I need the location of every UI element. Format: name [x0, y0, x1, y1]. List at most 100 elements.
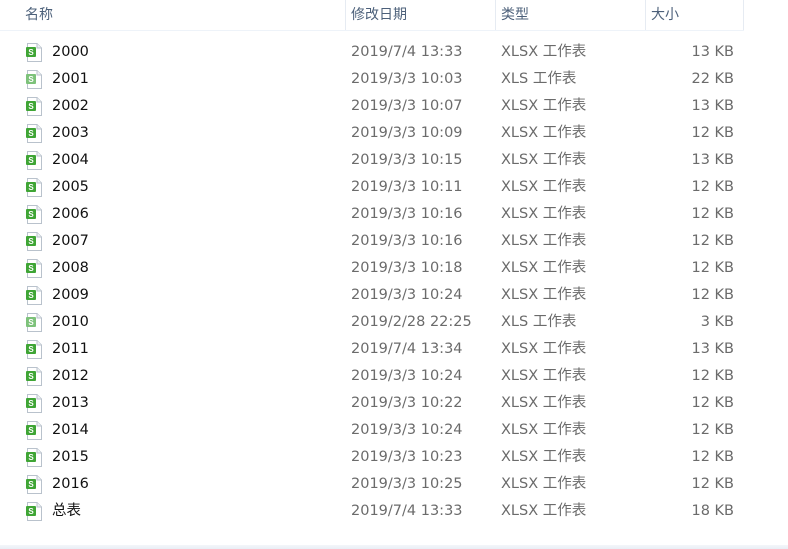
file-row[interactable]: S 2000 2019/7/4 13:33 XLSX 工作表 13 KB	[0, 39, 744, 66]
file-modified-date: 2019/3/3 10:07	[351, 98, 463, 114]
svg-text:S: S	[28, 102, 34, 111]
file-size: 3 KB	[700, 314, 734, 330]
xlsx-file-icon: S	[26, 448, 42, 467]
file-modified-date: 2019/3/3 10:16	[351, 206, 463, 222]
file-name: 2003	[52, 125, 89, 141]
file-size: 12 KB	[691, 206, 734, 222]
file-name: 2007	[52, 233, 89, 249]
file-type: XLSX 工作表	[501, 341, 587, 357]
xlsx-file-icon: S	[26, 151, 42, 170]
file-name: 2000	[52, 44, 89, 60]
xlsx-file-icon: S	[26, 340, 42, 359]
file-name: 2012	[52, 368, 89, 384]
file-size: 12 KB	[691, 476, 734, 492]
file-row[interactable]: S 2002 2019/3/3 10:07 XLSX 工作表 13 KB	[0, 93, 744, 120]
xlsx-file-icon: S	[26, 421, 42, 440]
file-type: XLSX 工作表	[501, 287, 587, 303]
svg-text:S: S	[28, 372, 34, 381]
xlsx-file-icon: S	[26, 394, 42, 413]
file-type: XLSX 工作表	[501, 125, 587, 141]
column-header-name[interactable]: 名称	[20, 0, 345, 30]
file-name: 2011	[52, 341, 89, 357]
file-modified-date: 2019/3/3 10:24	[351, 287, 463, 303]
file-size: 12 KB	[691, 395, 734, 411]
file-size: 13 KB	[691, 152, 734, 168]
file-name: 2004	[52, 152, 89, 168]
file-row[interactable]: S 2016 2019/3/3 10:25 XLSX 工作表 12 KB	[0, 471, 744, 498]
svg-text:S: S	[28, 237, 34, 246]
xlsx-file-icon: S	[26, 124, 42, 143]
file-row[interactable]: S 2012 2019/3/3 10:24 XLSX 工作表 12 KB	[0, 363, 744, 390]
file-name: 总表	[52, 503, 81, 519]
file-type: XLSX 工作表	[501, 260, 587, 276]
file-row[interactable]: S 2015 2019/3/3 10:23 XLSX 工作表 12 KB	[0, 444, 744, 471]
file-modified-date: 2019/3/3 10:18	[351, 260, 463, 276]
file-size: 12 KB	[691, 368, 734, 384]
svg-text:S: S	[28, 48, 34, 57]
svg-text:S: S	[28, 399, 34, 408]
file-row[interactable]: S 2010 2019/2/28 22:25 XLS 工作表 3 KB	[0, 309, 744, 336]
file-type: XLSX 工作表	[501, 449, 587, 465]
file-type: XLS 工作表	[501, 314, 577, 330]
file-type: XLSX 工作表	[501, 422, 587, 438]
file-row[interactable]: S 2004 2019/3/3 10:15 XLSX 工作表 13 KB	[0, 147, 744, 174]
file-size: 13 KB	[691, 98, 734, 114]
file-size: 13 KB	[691, 44, 734, 60]
file-type: XLSX 工作表	[501, 476, 587, 492]
file-modified-date: 2019/3/3 10:16	[351, 233, 463, 249]
file-modified-date: 2019/3/3 10:25	[351, 476, 463, 492]
file-name: 2006	[52, 206, 89, 222]
window-bottom-edge	[0, 545, 788, 549]
file-row[interactable]: S 2003 2019/3/3 10:09 XLSX 工作表 12 KB	[0, 120, 744, 147]
file-type: XLSX 工作表	[501, 233, 587, 249]
file-size: 22 KB	[691, 71, 734, 87]
file-row[interactable]: S 2005 2019/3/3 10:11 XLSX 工作表 12 KB	[0, 174, 744, 201]
file-row[interactable]: S 2011 2019/7/4 13:34 XLSX 工作表 13 KB	[0, 336, 744, 363]
column-header-bar: 名称 ˄ 修改日期 类型 大小	[0, 0, 744, 31]
file-type: XLSX 工作表	[501, 395, 587, 411]
column-header-date-label: 修改日期	[351, 7, 407, 23]
file-row[interactable]: S 2014 2019/3/3 10:24 XLSX 工作表 12 KB	[0, 417, 744, 444]
file-size: 12 KB	[691, 233, 734, 249]
file-size: 12 KB	[691, 422, 734, 438]
column-header-size[interactable]: 大小	[645, 0, 744, 30]
svg-text:S: S	[28, 210, 34, 219]
file-row[interactable]: S 2009 2019/3/3 10:24 XLSX 工作表 12 KB	[0, 282, 744, 309]
file-modified-date: 2019/7/4 13:34	[351, 341, 463, 357]
file-modified-date: 2019/3/3 10:23	[351, 449, 463, 465]
file-type: XLSX 工作表	[501, 179, 587, 195]
svg-text:S: S	[28, 345, 34, 354]
xlsx-file-icon: S	[26, 205, 42, 224]
xlsx-file-icon: S	[26, 97, 42, 116]
column-header-date[interactable]: 修改日期	[345, 0, 495, 30]
file-row[interactable]: S 2001 2019/3/3 10:03 XLS 工作表 22 KB	[0, 66, 744, 93]
file-type: XLSX 工作表	[501, 368, 587, 384]
xlsx-file-icon: S	[26, 43, 42, 62]
file-type: XLSX 工作表	[501, 44, 587, 60]
file-name: 2009	[52, 287, 89, 303]
svg-text:S: S	[28, 480, 34, 489]
file-name: 2010	[52, 314, 89, 330]
xlsx-file-icon: S	[26, 286, 42, 305]
file-name: 2002	[52, 98, 89, 114]
file-row[interactable]: S 2013 2019/3/3 10:22 XLSX 工作表 12 KB	[0, 390, 744, 417]
xlsx-file-icon: S	[26, 367, 42, 386]
svg-text:S: S	[28, 75, 34, 84]
file-size: 12 KB	[691, 449, 734, 465]
file-modified-date: 2019/3/3 10:03	[351, 71, 463, 87]
file-row[interactable]: S 2008 2019/3/3 10:18 XLSX 工作表 12 KB	[0, 255, 744, 282]
svg-text:S: S	[28, 318, 34, 327]
file-size: 12 KB	[691, 125, 734, 141]
column-header-type[interactable]: 类型	[495, 0, 645, 30]
file-modified-date: 2019/3/3 10:22	[351, 395, 463, 411]
file-row[interactable]: S 2007 2019/3/3 10:16 XLSX 工作表 12 KB	[0, 228, 744, 255]
file-row[interactable]: S 2006 2019/3/3 10:16 XLSX 工作表 12 KB	[0, 201, 744, 228]
file-modified-date: 2019/3/3 10:24	[351, 368, 463, 384]
xls-file-icon: S	[26, 313, 42, 332]
svg-text:S: S	[28, 129, 34, 138]
file-size: 12 KB	[691, 179, 734, 195]
file-row[interactable]: S 总表 2019/7/4 13:33 XLSX 工作表 18 KB	[0, 498, 744, 525]
svg-text:S: S	[28, 507, 34, 516]
xlsx-file-icon: S	[26, 502, 42, 521]
column-header-size-label: 大小	[651, 7, 679, 23]
